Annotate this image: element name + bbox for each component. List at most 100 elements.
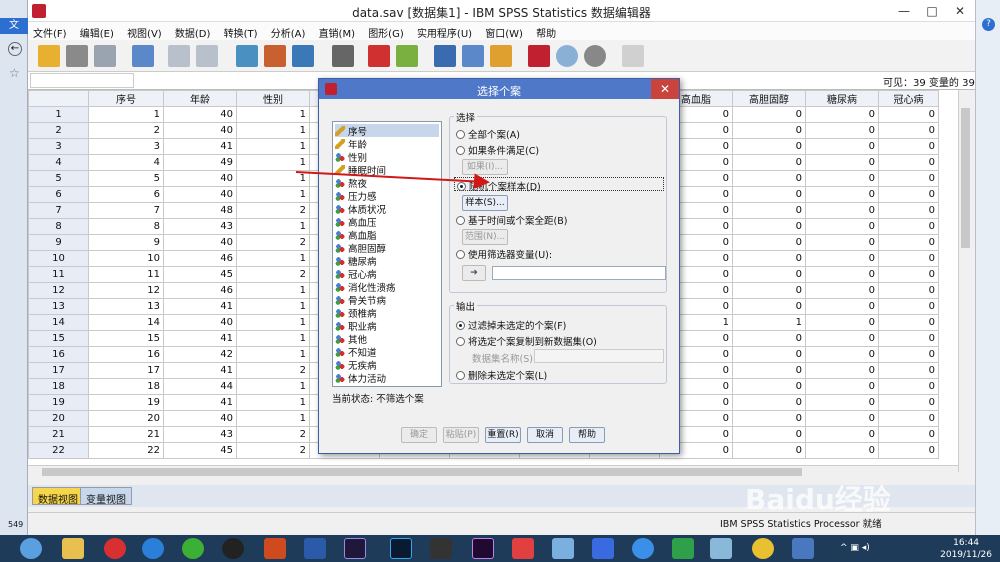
help-button[interactable]: 帮助 <box>569 427 605 443</box>
cell-xuhao[interactable]: 14 <box>88 314 164 331</box>
cell-value[interactable]: 0 <box>878 346 939 363</box>
cell-value[interactable]: 0 <box>805 362 879 379</box>
app-icon-colorful[interactable] <box>512 538 534 559</box>
cell-xuhao[interactable]: 17 <box>88 362 164 379</box>
minimize-button[interactable]: — <box>890 2 918 20</box>
photoshop-icon[interactable] <box>390 538 412 559</box>
cell-value[interactable]: 0 <box>805 218 879 235</box>
cell-gender[interactable]: 2 <box>236 426 310 443</box>
move-arrow-button[interactable]: ➔ <box>462 265 486 281</box>
menu-data[interactable]: 数据(D) <box>170 22 216 40</box>
row-number[interactable]: 9 <box>28 234 89 251</box>
radio-filter-out[interactable]: 过滤掉未选定的个案(F) <box>456 318 566 332</box>
variable-list-item[interactable]: 压力感 <box>335 189 377 203</box>
qq-icon[interactable] <box>222 538 244 559</box>
cell-xuhao[interactable]: 21 <box>88 426 164 443</box>
cell-value[interactable]: 0 <box>805 202 879 219</box>
cell-value[interactable]: 0 <box>805 410 879 427</box>
dialog-close-button[interactable]: ✕ <box>651 79 679 99</box>
radio-filter-variable[interactable]: 使用筛选器变量(U): <box>456 247 552 261</box>
undo-icon[interactable] <box>168 45 190 67</box>
row-number[interactable]: 4 <box>28 154 89 171</box>
goto-variable-icon[interactable] <box>264 45 286 67</box>
cell-gender[interactable]: 2 <box>236 266 310 283</box>
row-number[interactable]: 13 <box>28 298 89 315</box>
variable-list-item[interactable]: 无疾病 <box>335 358 377 372</box>
cell-value[interactable]: 0 <box>732 410 806 427</box>
row-number[interactable]: 19 <box>28 394 89 411</box>
star-icon[interactable]: ☆ <box>9 66 20 80</box>
cell-gender[interactable]: 1 <box>236 410 310 427</box>
netease-music-icon[interactable] <box>104 538 126 559</box>
cell-age[interactable]: 49 <box>163 154 237 171</box>
variable-list-item[interactable]: 冠心病 <box>335 267 377 281</box>
cell-xuhao[interactable]: 20 <box>88 410 164 427</box>
cell-value[interactable]: 0 <box>805 266 879 283</box>
variable-list-item[interactable]: 高血脂 <box>335 228 377 242</box>
cell-xuhao[interactable]: 18 <box>88 378 164 395</box>
feishu-icon[interactable] <box>592 538 614 559</box>
cell-gender[interactable]: 2 <box>236 202 310 219</box>
cell-gender[interactable]: 1 <box>236 218 310 235</box>
grid-horizontal-scrollbar[interactable] <box>28 465 958 477</box>
cell-xuhao[interactable]: 8 <box>88 218 164 235</box>
variable-list-item[interactable]: 高胆固醇 <box>335 241 386 255</box>
column-header[interactable]: 糖尿病 <box>805 90 879 107</box>
cell-gender[interactable]: 1 <box>236 394 310 411</box>
redo-icon[interactable] <box>196 45 218 67</box>
cell-age[interactable]: 45 <box>163 442 237 459</box>
close-button[interactable]: ✕ <box>946 2 974 20</box>
print-icon[interactable] <box>94 45 116 67</box>
cell-value[interactable]: 0 <box>878 298 939 315</box>
select-cases-icon[interactable] <box>490 45 512 67</box>
cell-gender[interactable]: 1 <box>236 186 310 203</box>
tab-data-view[interactable]: 数据视图 <box>32 487 84 506</box>
cell-value[interactable]: 0 <box>878 122 939 139</box>
menu-help[interactable]: 帮助 <box>531 22 561 40</box>
cell-age[interactable]: 40 <box>163 186 237 203</box>
dialog-recall-icon[interactable] <box>132 45 154 67</box>
cell-value[interactable]: 0 <box>878 250 939 267</box>
scroll-thumb[interactable] <box>961 108 970 248</box>
cell-gender[interactable]: 1 <box>236 330 310 347</box>
variable-list-item[interactable]: 颈椎病 <box>335 306 377 320</box>
menu-view[interactable]: 视图(V) <box>122 22 167 40</box>
cell-value[interactable]: 0 <box>878 138 939 155</box>
cell-value[interactable]: 0 <box>805 346 879 363</box>
cell-gender[interactable]: 1 <box>236 346 310 363</box>
row-number[interactable]: 15 <box>28 330 89 347</box>
scroll-thumb[interactable] <box>42 468 802 476</box>
find-icon[interactable] <box>332 45 354 67</box>
variable-list-item[interactable]: 性别 <box>335 150 367 164</box>
cell-value[interactable]: 0 <box>805 426 879 443</box>
wechat-icon[interactable] <box>182 538 204 559</box>
cell-xuhao[interactable]: 19 <box>88 394 164 411</box>
cell-value[interactable]: 0 <box>878 330 939 347</box>
ok-button[interactable]: 确定 <box>401 427 437 443</box>
open-folder-icon[interactable] <box>38 45 60 67</box>
cell-gender[interactable]: 1 <box>236 138 310 155</box>
menu-utilities[interactable]: 实用程序(U) <box>412 22 477 40</box>
variables-icon[interactable] <box>292 45 314 67</box>
radio-all-cases[interactable]: 全部个案(A) <box>456 127 520 141</box>
cell-xuhao[interactable]: 9 <box>88 234 164 251</box>
cell-value[interactable]: 0 <box>732 394 806 411</box>
save-icon[interactable] <box>66 45 88 67</box>
cell-age[interactable]: 46 <box>163 250 237 267</box>
cell-value[interactable]: 0 <box>805 250 879 267</box>
cell-value[interactable]: 0 <box>732 138 806 155</box>
variable-list-item[interactable]: 糖尿病 <box>335 254 377 268</box>
cell-age[interactable]: 41 <box>163 362 237 379</box>
row-number[interactable]: 8 <box>28 218 89 235</box>
cell-age[interactable]: 41 <box>163 298 237 315</box>
cell-value[interactable]: 0 <box>878 442 939 459</box>
cell-xuhao[interactable]: 5 <box>88 170 164 187</box>
cell-value[interactable]: 0 <box>732 170 806 187</box>
cell-age[interactable]: 40 <box>163 106 237 123</box>
cell-value[interactable]: 0 <box>805 378 879 395</box>
cell-value[interactable]: 0 <box>805 442 879 459</box>
cancel-button[interactable]: 取消 <box>527 427 563 443</box>
show-all-variables-icon[interactable] <box>584 45 606 67</box>
cell-value[interactable]: 0 <box>878 426 939 443</box>
cell-age[interactable]: 44 <box>163 378 237 395</box>
